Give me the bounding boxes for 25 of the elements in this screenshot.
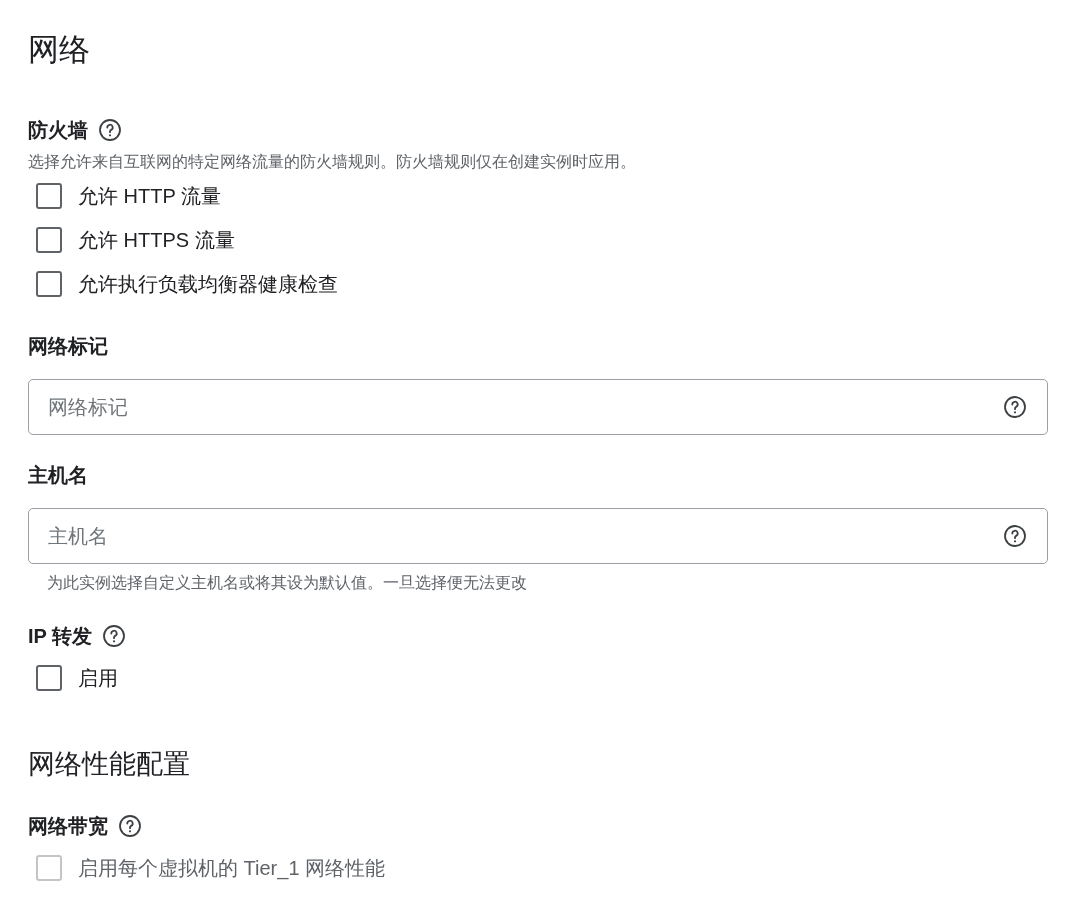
field-label: 防火墙 [28,117,88,143]
checkbox[interactable] [36,665,62,691]
page-title: 网络 [28,31,91,69]
help-icon[interactable] [1003,395,1027,419]
checkbox[interactable] [36,271,62,297]
help-icon[interactable] [118,814,142,838]
hint-text: 为此实例选择自定义主机名或将其设为默认值。一旦选择便无法更改 [46,572,528,593]
input-field[interactable]: 网络标记 [28,379,1048,435]
checkbox-label: 启用每个虚拟机的 Tier_1 网络性能 [78,855,386,882]
checkbox-label: 允许执行负载均衡器健康检查 [78,271,338,297]
help-icon[interactable] [98,118,122,142]
checkbox-label: 允许 HTTP 流量 [78,183,221,209]
description-text: 选择允许来自互联网的特定网络流量的防火墙规则。防火墙规则仅在创建实例时应用。 [28,151,637,172]
field-label: 网络标记 [28,333,108,359]
checkbox-label: 启用 [78,665,118,691]
help-icon[interactable] [102,624,127,648]
help-icon[interactable] [1003,524,1027,548]
field-label: 主机名 [28,462,88,488]
section-title: 网络性能配置 [28,748,191,781]
checkbox[interactable] [36,227,62,253]
field-label: IP 转发 [28,623,93,649]
checkbox-label: 允许 HTTPS 流量 [78,227,235,253]
checkbox[interactable] [36,183,62,209]
input-field[interactable]: 主机名 [28,508,1048,564]
field-label: 网络带宽 [28,813,108,839]
